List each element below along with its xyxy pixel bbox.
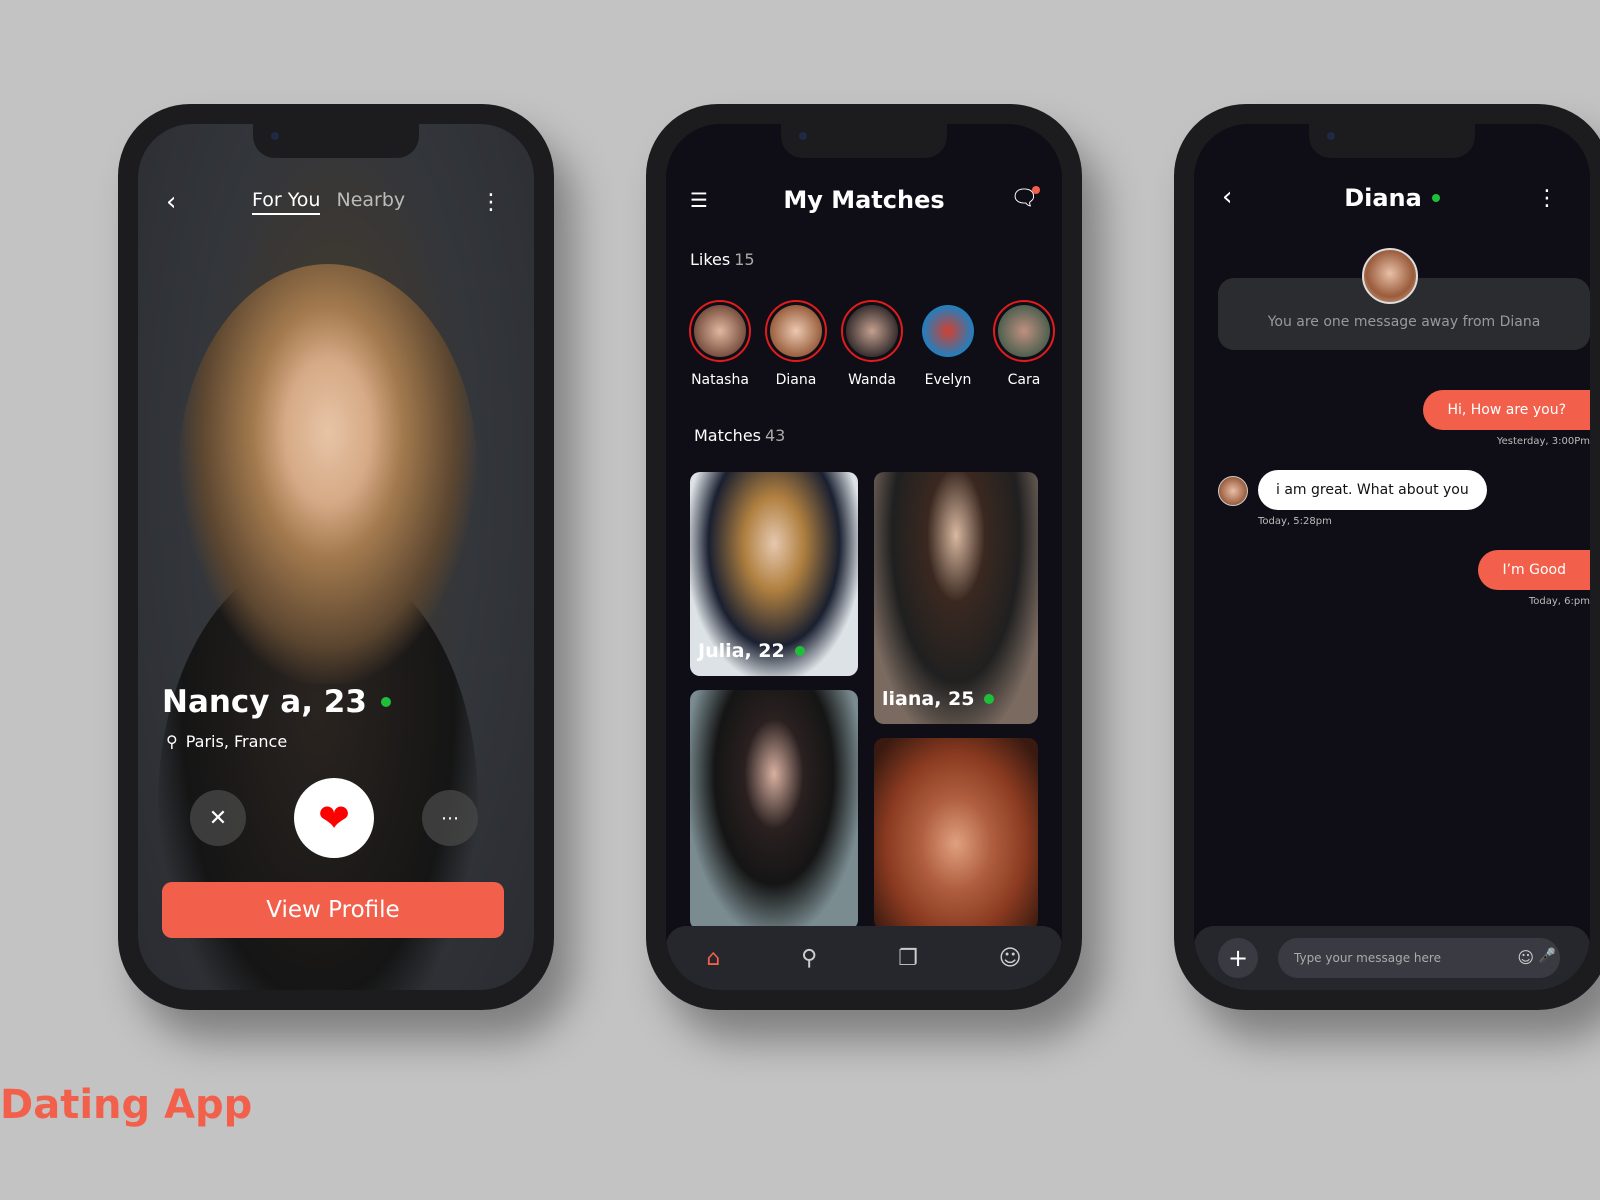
dislike-button[interactable]: ✕ bbox=[190, 790, 246, 846]
profile-photo bbox=[138, 124, 534, 990]
page-title: My Matches bbox=[783, 186, 945, 214]
view-profile-button[interactable]: View Profile bbox=[162, 882, 504, 938]
matches-screen: ☰ My Matches 🗨 Likes 15 Natasha Diana Wan… bbox=[666, 124, 1062, 990]
notification-badge bbox=[1032, 186, 1040, 194]
message-composer: + ☺ 🎤 bbox=[1194, 926, 1590, 990]
chat-icon: ⋯ bbox=[441, 807, 459, 829]
like-name: Natasha bbox=[691, 372, 749, 388]
match-card[interactable]: Julia, 22 bbox=[690, 472, 858, 676]
message-incoming: i am great. What about you bbox=[1258, 470, 1487, 510]
profile-icon[interactable]: ☺ bbox=[999, 946, 1022, 971]
like-name: Cara bbox=[1007, 372, 1041, 388]
online-indicator bbox=[984, 694, 995, 704]
tab-for-you[interactable]: For You bbox=[252, 189, 321, 215]
chat-screen: ‹ Diana ⋮ You are one message away from … bbox=[1194, 124, 1590, 990]
add-attachment-button[interactable]: + bbox=[1218, 938, 1258, 978]
more-icon[interactable]: ⋮ bbox=[480, 190, 502, 215]
home-icon[interactable]: ⌂ bbox=[706, 946, 720, 971]
contact-avatar-small bbox=[1218, 476, 1248, 506]
like-button[interactable]: ❤ bbox=[294, 778, 374, 858]
chat-header: Diana bbox=[1194, 184, 1590, 212]
contact-name: Diana bbox=[1344, 184, 1422, 212]
location-text: Paris, France bbox=[185, 732, 288, 751]
match-card[interactable] bbox=[874, 738, 1038, 930]
message-time: Today, 5:28pm bbox=[1258, 516, 1332, 527]
like-item[interactable]: Wanda bbox=[840, 300, 904, 388]
phone-chat: ‹ Diana ⋮ You are one message away from … bbox=[1174, 104, 1600, 1010]
discover-screen: ‹ For You Nearby ⋮ Nancy a, 23 ⚲ Paris, F… bbox=[138, 124, 534, 990]
like-item[interactable]: Diana bbox=[764, 300, 828, 388]
plus-icon: + bbox=[1227, 944, 1249, 972]
likes-heading: Likes 15 bbox=[690, 250, 755, 269]
message-outgoing: Hi, How are you? bbox=[1423, 390, 1590, 430]
notch bbox=[781, 124, 947, 158]
message-button[interactable]: ⋯ bbox=[422, 790, 478, 846]
online-indicator bbox=[794, 646, 805, 656]
likes-list: Natasha Diana Wanda Evelyn Cara bbox=[688, 300, 1056, 388]
message-outgoing: I’m Good bbox=[1478, 550, 1590, 590]
like-item[interactable]: Cara bbox=[992, 300, 1056, 388]
likes-label: Likes bbox=[690, 250, 731, 269]
more-icon[interactable]: ⋮ bbox=[1536, 186, 1558, 211]
match-card[interactable]: liana, 25 bbox=[874, 472, 1038, 724]
match-name: liana, 25 bbox=[882, 688, 975, 710]
online-indicator bbox=[1431, 194, 1440, 202]
online-indicator bbox=[380, 697, 391, 707]
phone-matches: ☰ My Matches 🗨 Likes 15 Natasha Diana Wan… bbox=[646, 104, 1082, 1010]
match-name: Julia, 22 bbox=[698, 640, 785, 662]
like-item[interactable]: Natasha bbox=[688, 300, 752, 388]
tab-nearby[interactable]: Nearby bbox=[336, 189, 405, 215]
back-icon[interactable]: ‹ bbox=[166, 187, 176, 217]
emoji-icon[interactable]: ☺ bbox=[1517, 948, 1534, 967]
contact-avatar bbox=[1362, 248, 1418, 304]
matches-label: Matches bbox=[694, 426, 761, 445]
profile-location: ⚲ Paris, France bbox=[166, 732, 287, 751]
notch bbox=[253, 124, 419, 158]
messages-icon[interactable]: 🗨 bbox=[1010, 186, 1040, 211]
message-time: Today, 6:pm bbox=[1528, 596, 1590, 607]
matches-count: 43 bbox=[765, 426, 786, 445]
brand-title: Dating App bbox=[0, 1082, 253, 1128]
message-time: Yesterday, 3:00Pm bbox=[1496, 436, 1590, 447]
profile-name: Nancy a, 23 bbox=[162, 684, 391, 720]
like-name: Diana bbox=[775, 372, 817, 388]
likes-count: 15 bbox=[734, 250, 755, 269]
cards-icon[interactable]: ❐ bbox=[898, 946, 918, 971]
like-item[interactable]: Evelyn bbox=[916, 300, 980, 388]
bottom-nav: ⌂ ⚲ ❐ ☺ bbox=[666, 926, 1062, 990]
like-name: Wanda bbox=[848, 372, 896, 388]
microphone-icon[interactable]: 🎤 bbox=[1539, 948, 1556, 964]
phone-discover: ‹ For You Nearby ⋮ Nancy a, 23 ⚲ Paris, F… bbox=[118, 104, 554, 1010]
profile-name-text: Nancy a, 23 bbox=[162, 684, 367, 720]
notch bbox=[1309, 124, 1475, 158]
close-icon: ✕ bbox=[208, 805, 228, 831]
heart-icon: ❤ bbox=[318, 796, 350, 840]
location-icon[interactable]: ⚲ bbox=[801, 946, 817, 971]
matches-heading: Matches 43 bbox=[694, 426, 785, 445]
match-card[interactable] bbox=[690, 690, 858, 930]
like-name: Evelyn bbox=[924, 372, 972, 388]
location-pin-icon: ⚲ bbox=[166, 732, 178, 751]
